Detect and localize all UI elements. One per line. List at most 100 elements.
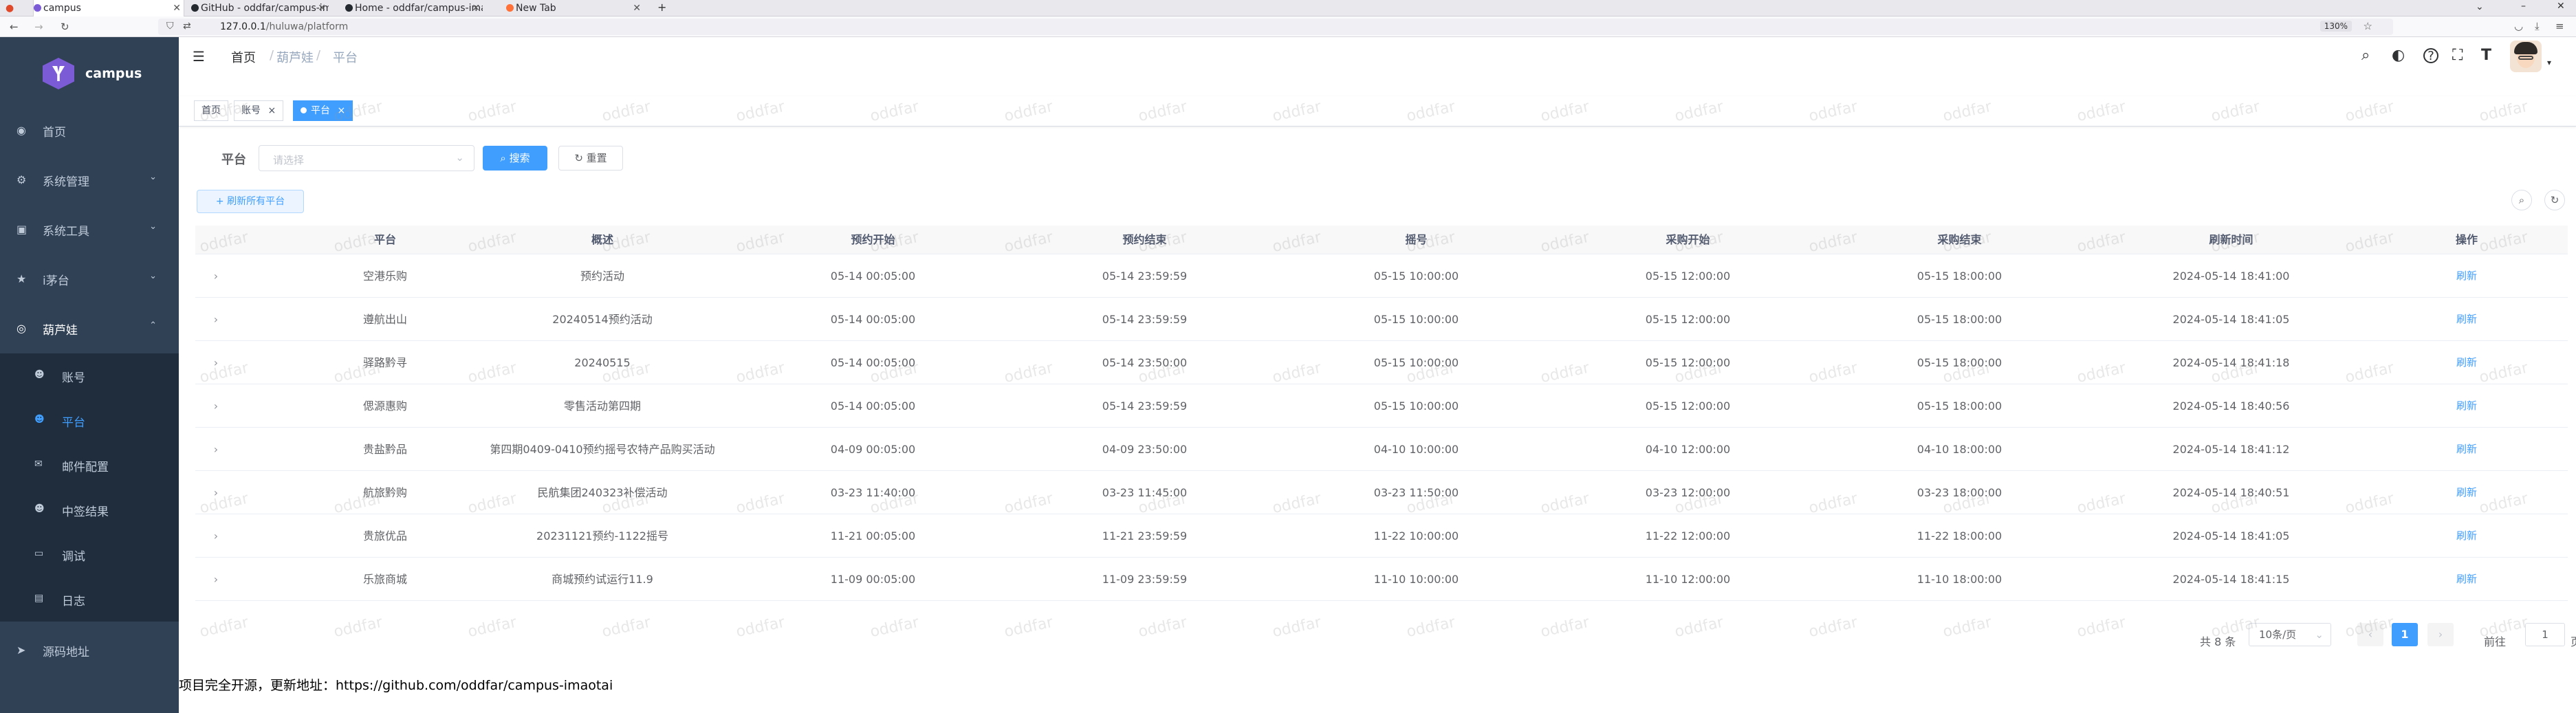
table-row: › 偲源惠购 零售活动第四期 05-14 00:05:00 05-14 23:59:59…: [195, 384, 2568, 428]
tag-home[interactable]: 首页: [194, 100, 228, 121]
app-name: campus: [85, 66, 142, 81]
hamburger-icon[interactable]: ☰: [193, 48, 205, 65]
refresh-row-button[interactable]: 刷新: [2367, 384, 2566, 428]
window-close-icon[interactable]: ✕: [2557, 1, 2565, 12]
tag-account[interactable]: 账号 ×: [234, 100, 284, 121]
toggle-search-button[interactable]: ⌕: [2511, 190, 2532, 210]
sidebar-subitem-platform[interactable]: ☻ 平台: [0, 398, 179, 443]
expand-row-icon[interactable]: ›: [195, 558, 237, 601]
goto-page-input[interactable]: 1: [2525, 623, 2565, 646]
browser-tab-strip: ● campus ✕ GitHub - oddfar/campus-imaota…: [0, 0, 2576, 17]
expand-row-icon[interactable]: ›: [195, 298, 237, 341]
forward-icon[interactable]: →: [34, 21, 43, 33]
close-icon[interactable]: ×: [337, 105, 345, 116]
tab-favicon-icon: [34, 4, 41, 12]
sidebar-item-label: 平台: [62, 416, 85, 430]
close-icon[interactable]: ×: [268, 105, 276, 116]
sidebar-subitem-results[interactable]: ☻ 中签结果: [0, 487, 179, 532]
caret-down-icon[interactable]: ▾: [2547, 58, 2551, 67]
expand-row-icon[interactable]: ›: [195, 254, 237, 298]
search-icon[interactable]: ⌕: [2361, 47, 2370, 64]
sidebar-item-system-tools[interactable]: ▣ 系统工具 ⌄: [0, 205, 179, 254]
browser-tab-github[interactable]: GitHub - oddfar/campus-imaotai ✕: [191, 0, 329, 17]
refresh-table-button[interactable]: ↻: [2544, 190, 2565, 210]
table-cell: 05-15 12:00:00: [1645, 399, 1731, 413]
sidebar-subitem-mail-config[interactable]: ✉ 邮件配置: [0, 443, 179, 487]
sidebar-subitem-log[interactable]: ▤ 日志: [0, 577, 179, 622]
table-cell: 05-15 12:00:00: [1645, 313, 1731, 326]
shield-icon[interactable]: ⛉: [166, 21, 174, 32]
tag-platform[interactable]: 平台 ×: [293, 100, 353, 121]
github-icon[interactable]: ◐: [2392, 47, 2405, 64]
bookmark-star-icon[interactable]: ☆: [2364, 20, 2372, 32]
browser-tab-newtab[interactable]: New Tab ✕: [506, 0, 644, 17]
minimize-icon[interactable]: –: [2521, 1, 2526, 12]
sidebar-item-label: 中签结果: [62, 505, 109, 519]
pocket-icon[interactable]: ◡: [2514, 20, 2523, 32]
close-tab-icon[interactable]: ✕: [633, 0, 641, 17]
address-bar[interactable]: ⛉ ⇄ 127.0.0.1/huluwa/platform 130% ☆: [158, 19, 2393, 35]
sidebar-subitem-debug[interactable]: ▭ 调试: [0, 532, 179, 577]
expand-row-icon[interactable]: ›: [195, 384, 237, 428]
monitor-icon: ▭: [34, 548, 44, 559]
refresh-row-button[interactable]: 刷新: [2367, 471, 2566, 514]
breadcrumb-huluwa[interactable]: 葫芦娃: [276, 48, 314, 66]
refresh-row-button[interactable]: 刷新: [2367, 254, 2566, 298]
toolbox-icon: ▣: [17, 223, 28, 236]
breadcrumb-current: 平台: [333, 51, 358, 65]
page-size-select[interactable]: 10条/页 ⌄: [2249, 623, 2331, 646]
sidebar-item-home[interactable]: ◉ 首页: [0, 106, 179, 155]
downloads-icon[interactable]: ⤓: [2535, 20, 2540, 32]
firefox-view-icon[interactable]: ●: [6, 3, 14, 14]
page-info-icon[interactable]: ⇄: [183, 21, 191, 32]
expand-row-icon[interactable]: ›: [195, 471, 237, 514]
sidebar: campus ◉ 首页 ⚙ 系统管理 ⌄ ▣ 系统工具 ⌄ ★ i茅台 ⌄ ◎ …: [0, 37, 179, 713]
refresh-row-button[interactable]: 刷新: [2367, 341, 2566, 384]
app-menu-icon[interactable]: ≡: [2555, 20, 2564, 32]
tab-list-icon[interactable]: ⌄: [2476, 1, 2484, 12]
help-icon[interactable]: ?: [2423, 48, 2438, 63]
sidebar-logo[interactable]: campus: [0, 37, 179, 106]
refresh-row-button[interactable]: 刷新: [2367, 428, 2566, 471]
refresh-row-button[interactable]: 刷新: [2367, 558, 2566, 601]
avatar[interactable]: [2510, 41, 2542, 72]
user-icon: ☻: [34, 414, 45, 425]
reload-icon[interactable]: ↻: [61, 21, 69, 33]
button-label: 刷新所有平台: [227, 196, 285, 207]
table-cell: 04-09 00:05:00: [830, 443, 916, 456]
expand-row-icon[interactable]: ›: [195, 341, 237, 384]
next-page-button[interactable]: ›: [2427, 623, 2454, 646]
breadcrumb-home[interactable]: 首页: [231, 48, 256, 66]
sidebar-item-source[interactable]: ➤ 源码地址: [0, 626, 179, 675]
prev-page-button[interactable]: ‹: [2357, 623, 2383, 646]
expand-row-icon[interactable]: ›: [195, 428, 237, 471]
chevron-up-icon: ⌃: [149, 320, 157, 331]
font-size-icon[interactable]: T: [2481, 47, 2491, 64]
table-cell: 2024-05-14 18:41:05: [2172, 529, 2290, 542]
close-tab-icon[interactable]: ✕: [318, 0, 326, 17]
page-1-button[interactable]: 1: [2392, 623, 2418, 646]
refresh-all-button[interactable]: + 刷新所有平台: [197, 190, 304, 213]
zoom-level-badge[interactable]: 130%: [2320, 21, 2352, 32]
refresh-row-button[interactable]: 刷新: [2367, 514, 2566, 558]
platform-select[interactable]: 请选择 ⌄: [259, 145, 474, 171]
expand-row-icon[interactable]: ›: [195, 514, 237, 558]
table-cell: 03-23 11:45:00: [1102, 486, 1188, 499]
sidebar-item-system-management[interactable]: ⚙ 系统管理 ⌄: [0, 155, 179, 205]
column-header: 刷新时间: [2209, 233, 2253, 246]
refresh-row-button[interactable]: 刷新: [2367, 298, 2566, 341]
fullscreen-icon[interactable]: ⛶: [2452, 47, 2463, 64]
sidebar-subitem-account[interactable]: ☻ 账号: [0, 353, 179, 398]
table-cell: 05-15 10:00:00: [1373, 399, 1459, 413]
browser-tab-home[interactable]: Home - oddfar/campus-imaotai ✕: [345, 0, 483, 17]
back-icon[interactable]: ←: [10, 21, 19, 33]
github-favicon-icon: [345, 4, 353, 12]
new-tab-button[interactable]: +: [657, 1, 666, 14]
search-button[interactable]: ⌕ 搜索: [483, 146, 547, 171]
reset-button[interactable]: ↻ 重置: [558, 146, 623, 171]
sidebar-item-imaotai[interactable]: ★ i茅台 ⌄: [0, 254, 179, 304]
close-tab-icon[interactable]: ✕: [472, 0, 480, 17]
sidebar-item-huluwa[interactable]: ◎ 葫芦娃 ⌃: [0, 304, 179, 353]
close-tab-icon[interactable]: ✕: [173, 0, 181, 17]
browser-tab-campus[interactable]: campus ✕: [33, 0, 184, 17]
